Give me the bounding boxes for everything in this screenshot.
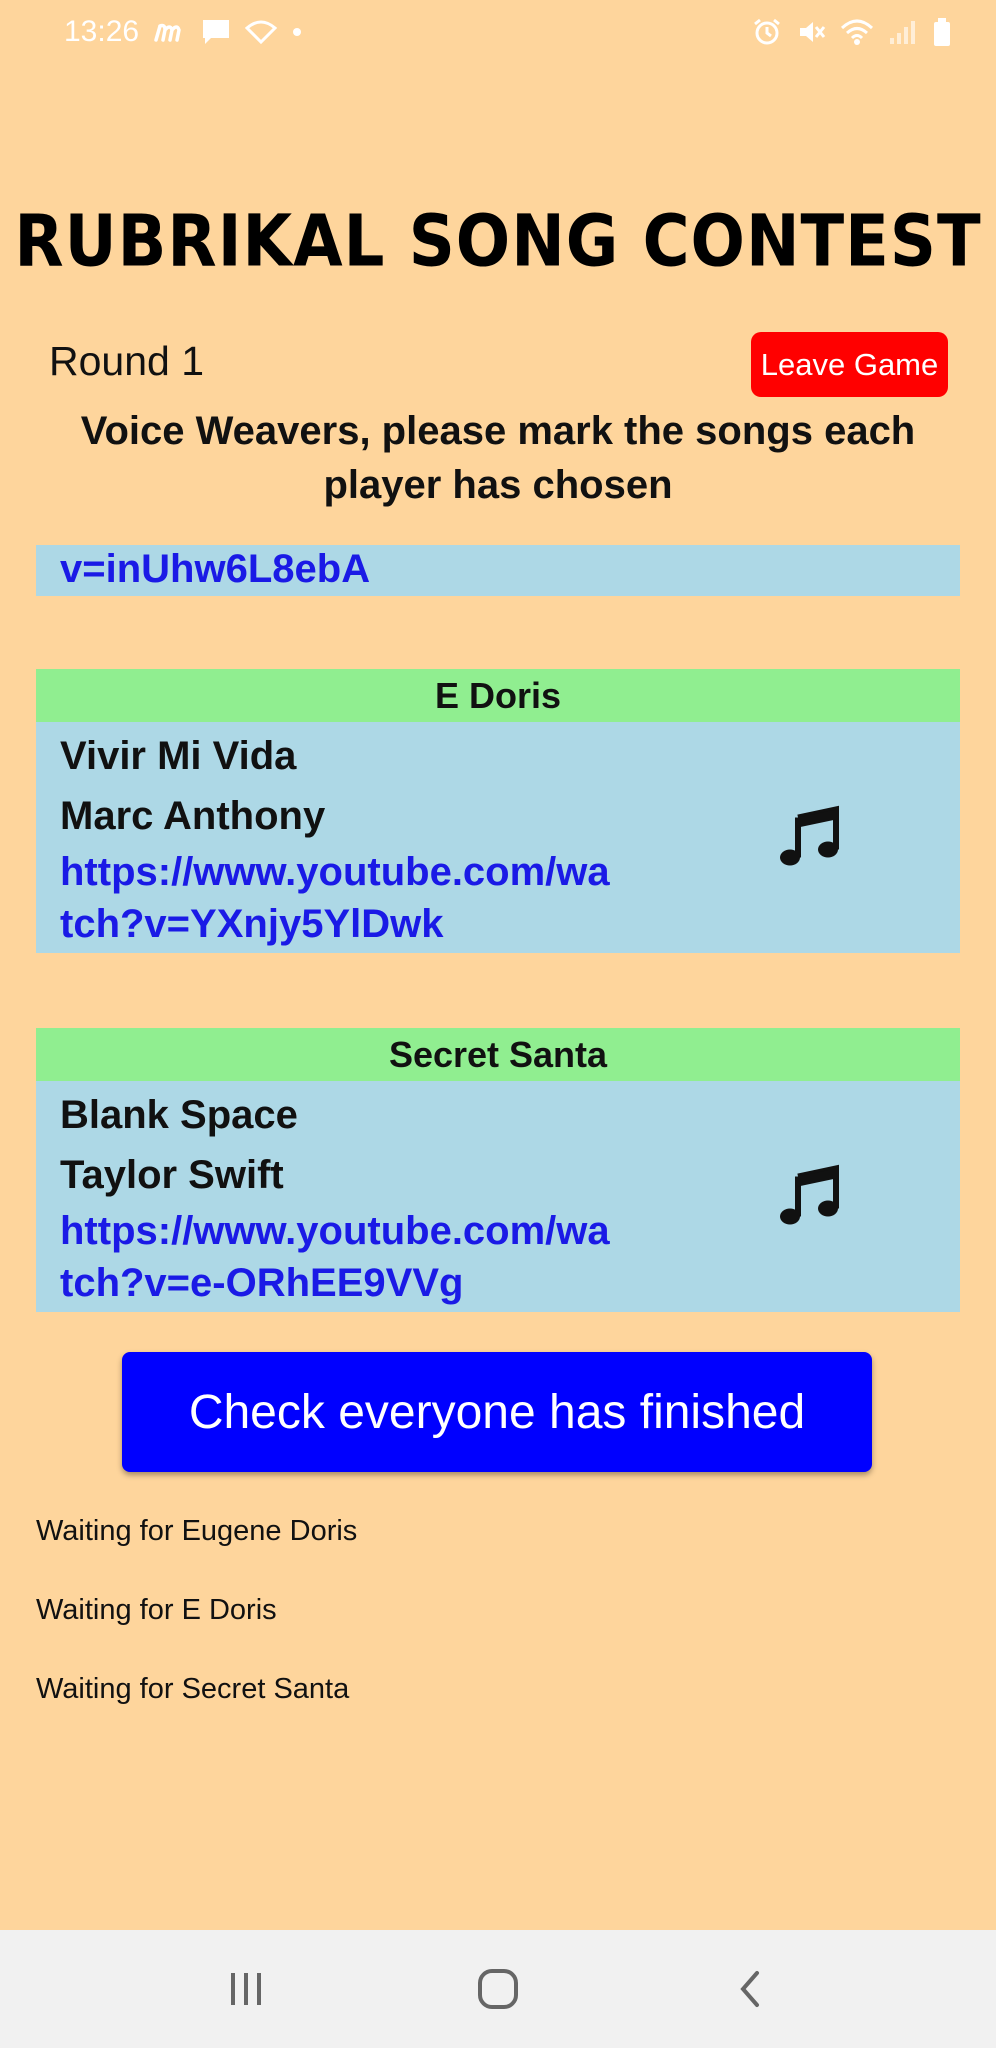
back-icon[interactable] (690, 1949, 810, 2029)
waiting-item: Waiting for E Doris (36, 1594, 277, 1626)
status-time: 13:26 (64, 15, 140, 48)
dot-icon (291, 26, 303, 38)
song-card-body: Blank Space Taylor Swift https://www.you… (36, 1081, 960, 1312)
waiting-item: Waiting for Eugene Doris (36, 1515, 358, 1547)
navigation-bar (0, 1930, 996, 2048)
player-name: Secret Santa (36, 1028, 960, 1081)
song-card-body: Vivir Mi Vida Marc Anthony https://www.y… (36, 722, 960, 953)
signal-icon (888, 18, 918, 46)
waiting-item: Waiting for Secret Santa (36, 1673, 350, 1705)
round-label: Round 1 (49, 338, 205, 384)
song-title: Vivir Mi Vida (60, 734, 297, 778)
song-title: Blank Space (60, 1093, 298, 1137)
wifi-calling-icon (245, 20, 278, 44)
status-right (752, 17, 952, 47)
app-title: RUBRIKAL SONG CONTEST (14, 200, 982, 284)
song-card: Secret Santa Blank Space Taylor Swift ht… (36, 1028, 960, 1312)
music-note-icon[interactable] (778, 1162, 842, 1231)
song-card-partial: v=inUhw6L8ebA (36, 545, 960, 596)
wifi-icon (840, 18, 874, 46)
instruction-text: Voice Weavers, please mark the songs eac… (80, 409, 916, 507)
home-icon[interactable] (438, 1949, 558, 2029)
leave-game-button[interactable]: Leave Game (751, 332, 948, 397)
message-icon (201, 18, 231, 46)
player-name: E Doris (36, 669, 960, 722)
song-card-body: v=inUhw6L8ebA (36, 545, 960, 596)
song-card: E Doris Vivir Mi Vida Marc Anthony https… (36, 669, 960, 953)
alarm-icon (752, 17, 782, 47)
recent-apps-icon[interactable] (186, 1949, 306, 2029)
battery-icon (932, 17, 952, 47)
check-finished-button[interactable]: Check everyone has finished (122, 1352, 872, 1472)
song-link[interactable]: v=inUhw6L8ebA (36, 545, 960, 593)
status-left: 13:26 (64, 15, 303, 49)
mute-icon (796, 17, 826, 47)
music-note-icon[interactable] (778, 803, 842, 872)
status-bar: 13:26 (0, 0, 996, 64)
m-app-icon (153, 20, 187, 44)
